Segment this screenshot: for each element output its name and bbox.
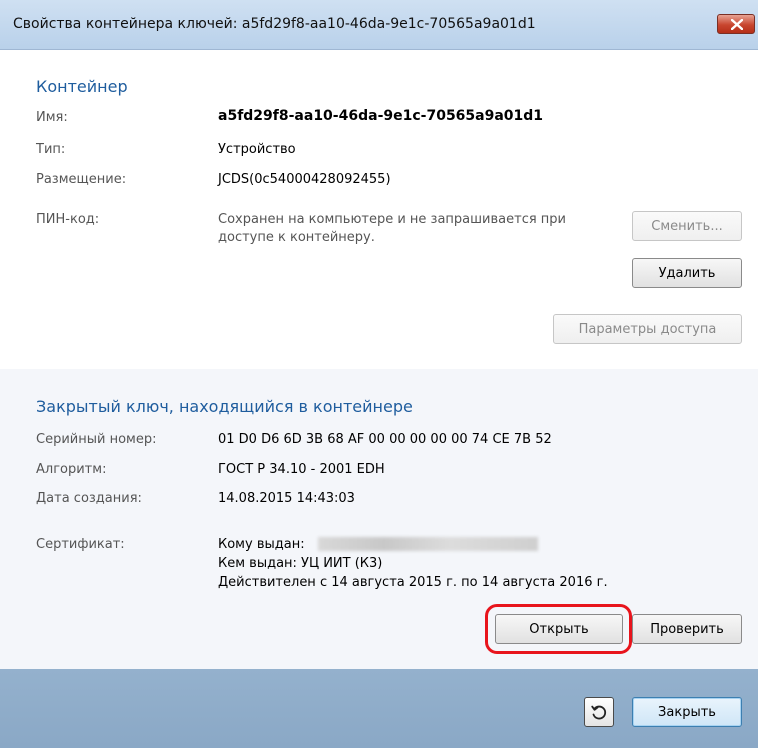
key-container-properties-dialog: Свойства контейнера ключей: a5fd29f8-aa1…: [0, 0, 758, 748]
pin-label: ПИН-код:: [36, 212, 100, 227]
window-close-button[interactable]: [717, 14, 755, 34]
title-bar: Свойства контейнера ключей: a5fd29f8-aa1…: [0, 0, 758, 50]
pin-status-line2: доступе к контейнеру.: [218, 230, 375, 245]
serial-number-value: 01 D0 D6 6D 3B 68 AF 00 00 00 00 00 74 C…: [218, 432, 552, 447]
pin-status-line1: Сохранен на компьютере и не запрашиваетс…: [218, 212, 566, 227]
highlight-ring: [485, 604, 632, 654]
certificate-label: Сертификат:: [36, 537, 125, 552]
type-value: Устройство: [218, 142, 296, 157]
creation-date-label: Дата создания:: [36, 491, 142, 506]
algorithm-value: ГОСТ Р 34.10 - 2001 EDH: [218, 462, 385, 477]
certificate-issued-to: Кому выдан:: [218, 537, 305, 552]
access-parameters-button[interactable]: Параметры доступа: [553, 314, 742, 344]
refresh-icon: [591, 705, 607, 720]
verify-certificate-button[interactable]: Проверить: [632, 614, 742, 644]
redacted-subject-name: [318, 537, 538, 551]
creation-date-value: 14.08.2015 14:43:03: [218, 491, 355, 506]
name-value: a5fd29f8-aa10-46da-9e1c-70565a9a01d1: [218, 108, 544, 124]
close-dialog-button[interactable]: Закрыть: [632, 697, 742, 727]
algorithm-label: Алгоритм:: [36, 462, 107, 477]
container-section-title: Контейнер: [36, 77, 128, 96]
name-label: Имя:: [36, 110, 68, 125]
refresh-button[interactable]: [584, 697, 614, 727]
certificate-validity: Действителен с 14 августа 2015 г. по 14 …: [218, 575, 608, 590]
location-value: JCDS(0c54000428092455): [218, 172, 391, 187]
private-key-section-title: Закрытый ключ, находящийся в контейнере: [36, 397, 413, 416]
change-pin-button[interactable]: Сменить...: [632, 211, 742, 241]
serial-number-label: Серийный номер:: [36, 432, 157, 447]
type-label: Тип:: [36, 142, 66, 157]
certificate-issued-by: Кем выдан: УЦ ИИТ (К3): [218, 556, 383, 571]
delete-pin-button[interactable]: Удалить: [632, 258, 742, 288]
close-icon: [731, 19, 743, 30]
location-label: Размещение:: [36, 172, 127, 187]
window-title: Свойства контейнера ключей: a5fd29f8-aa1…: [13, 16, 536, 32]
